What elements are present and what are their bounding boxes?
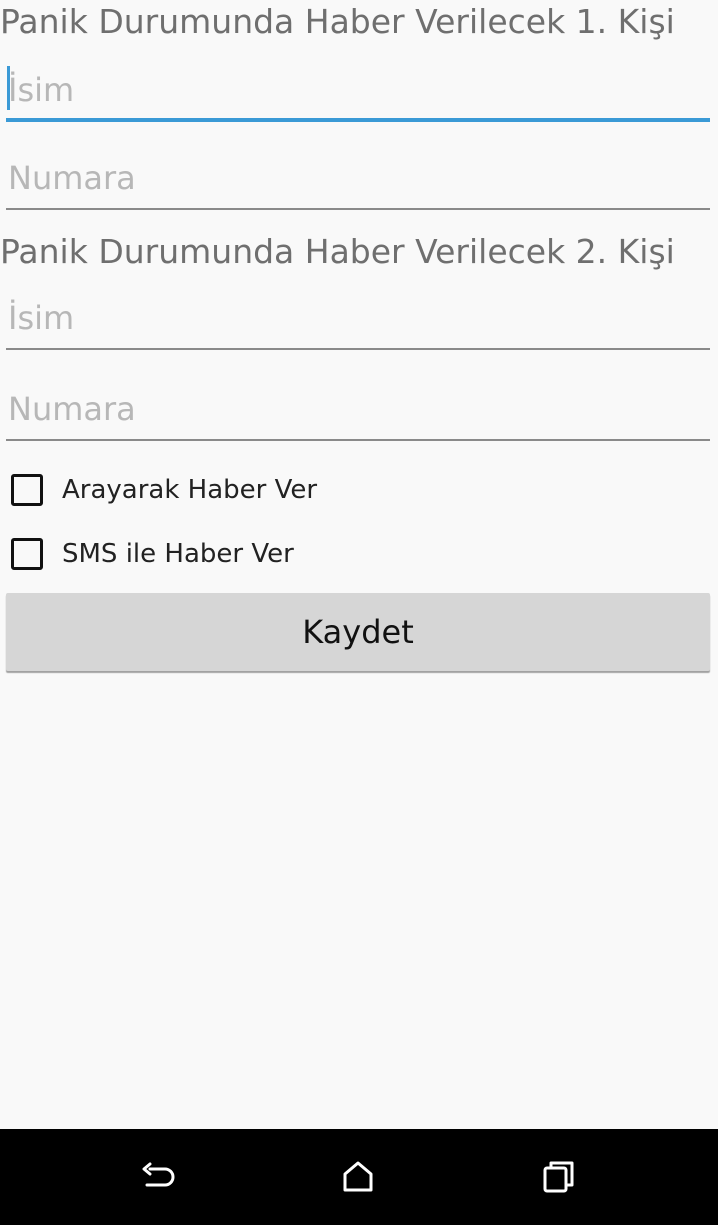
- contact-1-name-placeholder: İsim: [8, 71, 75, 109]
- field-underline: [6, 439, 710, 441]
- contact-2-title: Panik Durumunda Haber Verilecek 2. Kişi: [0, 232, 675, 271]
- back-icon[interactable]: [136, 1157, 180, 1197]
- contact-2-name-placeholder: İsim: [8, 299, 75, 337]
- call-option-row[interactable]: Arayarak Haber Ver: [11, 470, 317, 510]
- contact-1-number-placeholder: Numara: [8, 159, 136, 197]
- contact-1-title: Panik Durumunda Haber Verilecek 1. Kişi: [0, 2, 675, 41]
- navigation-bar: [0, 1129, 718, 1225]
- screen: Panik Durumunda Haber Verilecek 1. Kişi …: [0, 0, 718, 1225]
- field-underline: [6, 208, 710, 210]
- home-icon[interactable]: [336, 1157, 380, 1197]
- contact-1-name-field[interactable]: İsim: [6, 52, 710, 122]
- sms-checkbox[interactable]: [11, 538, 43, 570]
- field-underline: [6, 348, 710, 350]
- save-button[interactable]: Kaydet: [6, 593, 710, 671]
- contact-2-number-field[interactable]: Numara: [6, 371, 710, 441]
- contact-1-number-field[interactable]: Numara: [6, 140, 710, 210]
- field-underline: [6, 118, 710, 122]
- contact-2-name-field[interactable]: İsim: [6, 280, 710, 350]
- sms-option-row[interactable]: SMS ile Haber Ver: [11, 534, 294, 574]
- recents-icon[interactable]: [536, 1157, 580, 1197]
- call-checkbox-label: Arayarak Haber Ver: [62, 475, 318, 505]
- call-checkbox[interactable]: [11, 474, 43, 506]
- emergency-contacts-form: Panik Durumunda Haber Verilecek 1. Kişi …: [0, 0, 718, 1129]
- sms-checkbox-label: SMS ile Haber Ver: [62, 539, 294, 569]
- contact-2-number-placeholder: Numara: [8, 390, 136, 428]
